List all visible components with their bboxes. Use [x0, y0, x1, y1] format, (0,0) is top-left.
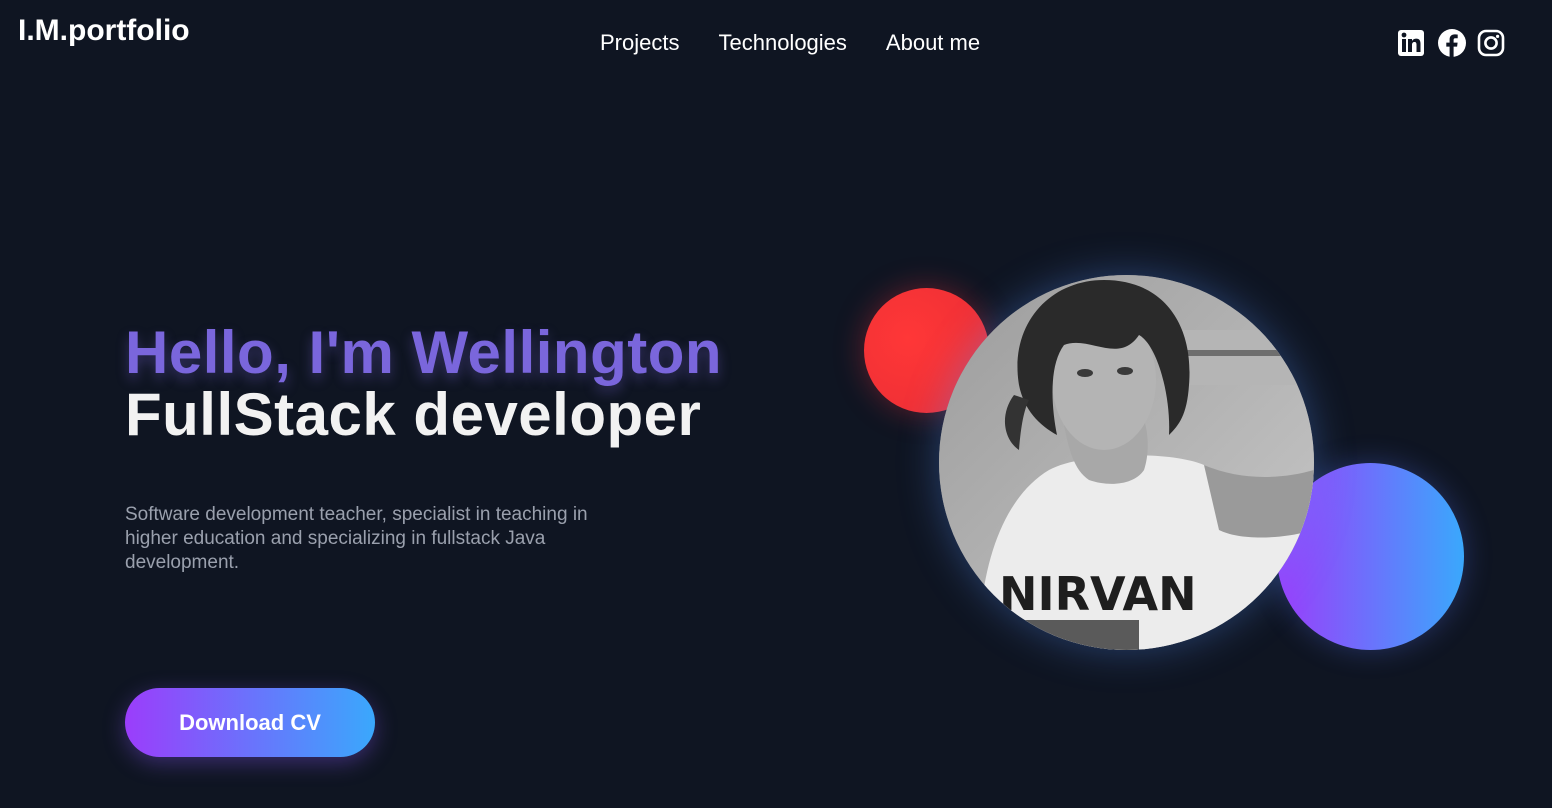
hero-greeting: Hello, I'm Wellington: [125, 319, 722, 386]
download-cv-button[interactable]: Download CV: [125, 688, 375, 757]
shirt-text: NIRVAN: [999, 567, 1197, 621]
portfolio-page: I.M.portfolio Projects Technologies Abou…: [0, 0, 1552, 808]
main-nav: Projects Technologies About me: [600, 30, 980, 56]
site-logo[interactable]: I.M.portfolio: [18, 14, 190, 48]
nav-link-projects[interactable]: Projects: [600, 30, 679, 56]
social-links: [1397, 28, 1505, 58]
linkedin-icon[interactable]: [1397, 28, 1425, 58]
instagram-icon[interactable]: [1477, 28, 1505, 58]
nav-link-about-me[interactable]: About me: [886, 30, 980, 56]
nav-link-technologies[interactable]: Technologies: [718, 30, 846, 56]
facebook-icon[interactable]: [1437, 28, 1466, 58]
profile-photo: NIRVAN: [939, 275, 1314, 650]
hero-description: Software development teacher, specialist…: [125, 504, 588, 573]
hero-title: Hello, I'm Wellington FullStack develope…: [125, 322, 722, 446]
hero-role: FullStack developer: [125, 381, 702, 448]
